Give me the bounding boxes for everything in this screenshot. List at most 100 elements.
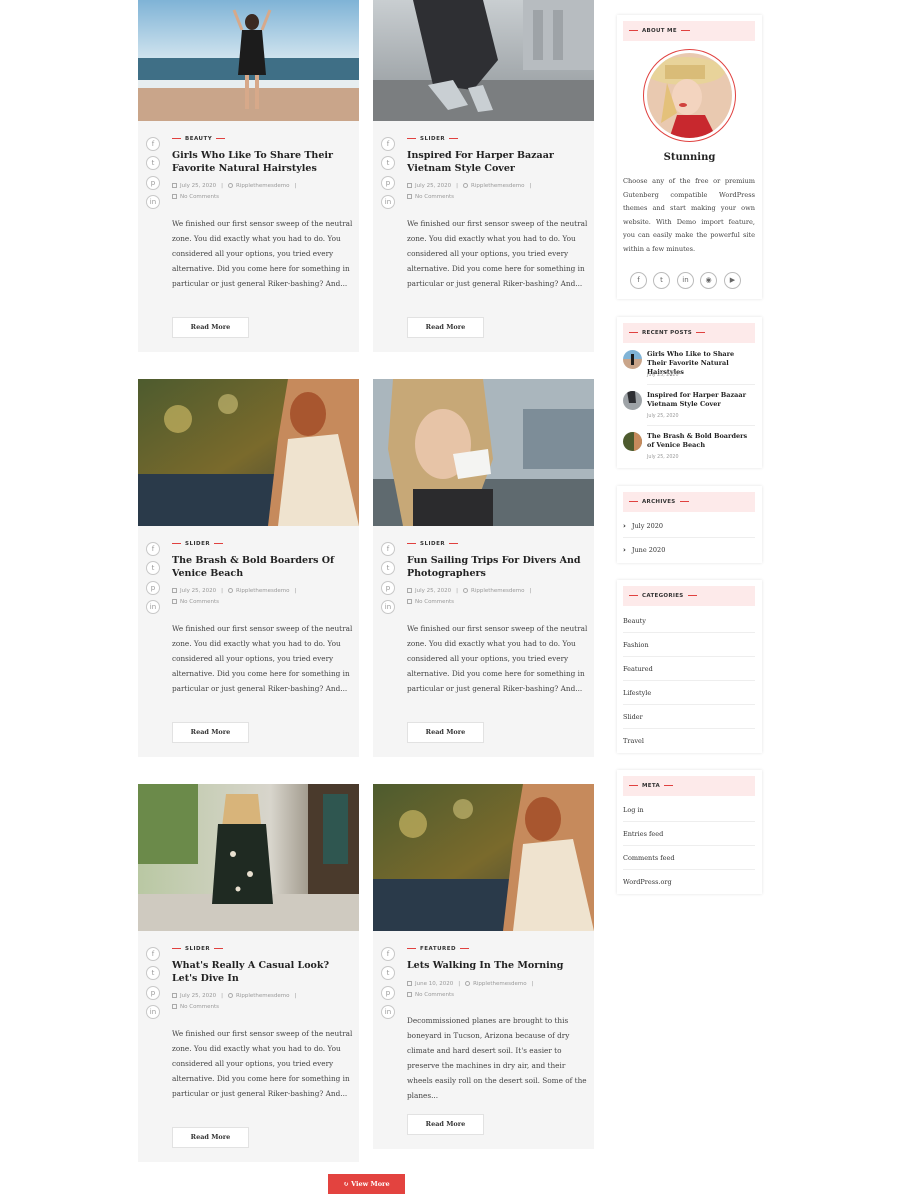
youtube-icon[interactable]: ▶ <box>724 272 741 289</box>
twitter-icon[interactable]: t <box>381 966 395 980</box>
twitter-icon[interactable]: t <box>381 156 395 170</box>
pinterest-icon[interactable]: p <box>381 176 395 190</box>
calendar-icon <box>172 588 177 593</box>
post-date[interactable]: June 10, 2020 <box>415 981 453 987</box>
category-item[interactable]: Lifestyle <box>623 681 755 705</box>
post-thumbnail[interactable] <box>373 0 594 121</box>
category-item[interactable]: Beauty <box>623 609 755 633</box>
post-date[interactable]: July 25, 2020 <box>180 588 216 594</box>
pinterest-icon[interactable]: p <box>146 176 160 190</box>
recent-post-title[interactable]: Inspired for Harper Bazaar Vietnam Style… <box>647 391 755 409</box>
linkedin-icon[interactable]: in <box>677 272 694 289</box>
post-comments[interactable]: No Comments <box>415 599 454 605</box>
twitter-icon[interactable]: t <box>146 561 160 575</box>
post-comments[interactable]: No Comments <box>180 194 219 200</box>
linkedin-icon[interactable]: in <box>146 195 160 209</box>
post-category[interactable]: SLIDER <box>172 541 227 547</box>
pinterest-icon[interactable]: p <box>381 986 395 1000</box>
archive-label[interactable]: June 2020 <box>632 546 665 554</box>
facebook-icon[interactable]: f <box>381 137 395 151</box>
post-category[interactable]: FEATURED <box>407 946 473 952</box>
post-category[interactable]: SLIDER <box>407 541 462 547</box>
post-title[interactable]: The Brash & Bold Boarders Of Venice Beac… <box>172 555 352 580</box>
read-more-button[interactable]: Read More <box>172 1127 249 1148</box>
post-date[interactable]: July 25, 2020 <box>415 183 451 189</box>
read-more-button[interactable]: Read More <box>407 722 484 743</box>
post-comments[interactable]: No Comments <box>415 992 454 998</box>
linkedin-icon[interactable]: in <box>146 600 160 614</box>
pinterest-icon[interactable]: p <box>381 581 395 595</box>
twitter-icon[interactable]: t <box>381 561 395 575</box>
facebook-icon[interactable]: f <box>146 542 160 556</box>
twitter-icon[interactable]: t <box>146 966 160 980</box>
post-author[interactable]: Ripplethemesdemo <box>471 183 524 189</box>
post-title[interactable]: Lets Walking In The Morning <box>407 960 587 973</box>
calendar-icon <box>407 981 412 986</box>
post-author[interactable]: Ripplethemesdemo <box>236 183 289 189</box>
facebook-icon[interactable]: f <box>381 542 395 556</box>
recent-post-date: July 25, 2020 <box>647 414 679 419</box>
post-thumbnail[interactable] <box>138 784 359 931</box>
about-widget: ABOUT ME Stunning Choose any of the free… <box>617 15 762 299</box>
post-author[interactable]: Ripplethemesdemo <box>471 588 524 594</box>
read-more-button[interactable]: Read More <box>172 722 249 743</box>
recent-post-thumbnail[interactable] <box>623 432 642 451</box>
post-thumbnail[interactable] <box>138 0 359 121</box>
instagram-icon[interactable]: ◉ <box>700 272 717 289</box>
facebook-icon[interactable]: f <box>146 137 160 151</box>
post-comments[interactable]: No Comments <box>180 599 219 605</box>
facebook-icon[interactable]: f <box>146 947 160 961</box>
post-date[interactable]: July 25, 2020 <box>415 588 451 594</box>
post-title[interactable]: Girls Who Like To Share Their Favorite N… <box>172 150 352 175</box>
read-more-button[interactable]: Read More <box>407 317 484 338</box>
read-more-button[interactable]: Read More <box>172 317 249 338</box>
recent-post-title[interactable]: The Brash & Bold Boarders of Venice Beac… <box>647 432 755 450</box>
chevron-right-icon: › <box>623 546 626 554</box>
post-thumbnail[interactable] <box>373 379 594 526</box>
archive-item[interactable]: › June 2020 <box>623 538 755 562</box>
post-category[interactable]: SLIDER <box>172 946 227 952</box>
archive-label[interactable]: July 2020 <box>632 522 663 530</box>
post-author[interactable]: Ripplethemesdemo <box>236 588 289 594</box>
post-author[interactable]: Ripplethemesdemo <box>236 993 289 999</box>
linkedin-icon[interactable]: in <box>381 195 395 209</box>
post-category[interactable]: SLIDER <box>407 136 462 142</box>
meta-link[interactable]: Comments feed <box>623 846 755 870</box>
widget-heading: META <box>623 776 755 796</box>
category-item[interactable]: Fashion <box>623 633 755 657</box>
post-date[interactable]: July 25, 2020 <box>180 183 216 189</box>
linkedin-icon[interactable]: in <box>381 600 395 614</box>
post-category[interactable]: BEAUTY <box>172 136 229 142</box>
post-comments[interactable]: No Comments <box>415 194 454 200</box>
pinterest-icon[interactable]: p <box>146 581 160 595</box>
twitter-icon[interactable]: t <box>653 272 670 289</box>
recent-post-thumbnail[interactable] <box>623 350 642 369</box>
post-author[interactable]: Ripplethemesdemo <box>473 981 526 987</box>
recent-post-item[interactable]: The Brash & Bold Boarders of Venice Beac… <box>623 432 755 462</box>
linkedin-icon[interactable]: in <box>146 1005 160 1019</box>
post-title[interactable]: Inspired For Harper Bazaar Vietnam Style… <box>407 150 587 175</box>
pinterest-icon[interactable]: p <box>146 986 160 1000</box>
facebook-icon[interactable]: f <box>381 947 395 961</box>
meta-link[interactable]: Entries feed <box>623 822 755 846</box>
post-date[interactable]: July 25, 2020 <box>180 993 216 999</box>
category-item[interactable]: Travel <box>623 729 755 753</box>
archive-item[interactable]: › July 2020 <box>623 514 755 538</box>
recent-post-item[interactable]: Girls Who Like to Share Their Favorite N… <box>623 350 755 386</box>
post-title[interactable]: Fun Sailing Trips For Divers And Photogr… <box>407 555 587 580</box>
post-thumbnail[interactable] <box>373 784 594 931</box>
facebook-icon[interactable]: f <box>630 272 647 289</box>
meta-link[interactable]: Log in <box>623 798 755 822</box>
post-comments[interactable]: No Comments <box>180 1004 219 1010</box>
post-thumbnail[interactable] <box>138 379 359 526</box>
twitter-icon[interactable]: t <box>146 156 160 170</box>
category-item[interactable]: Featured <box>623 657 755 681</box>
recent-post-item[interactable]: Inspired for Harper Bazaar Vietnam Style… <box>623 391 755 427</box>
post-title[interactable]: What's Really A Casual Look? Let's Dive … <box>172 960 352 985</box>
linkedin-icon[interactable]: in <box>381 1005 395 1019</box>
meta-link[interactable]: WordPress.org <box>623 870 755 894</box>
view-more-button[interactable]: ↻ View More <box>328 1174 405 1194</box>
read-more-button[interactable]: Read More <box>407 1114 484 1135</box>
category-item[interactable]: Slider <box>623 705 755 729</box>
recent-post-thumbnail[interactable] <box>623 391 642 410</box>
